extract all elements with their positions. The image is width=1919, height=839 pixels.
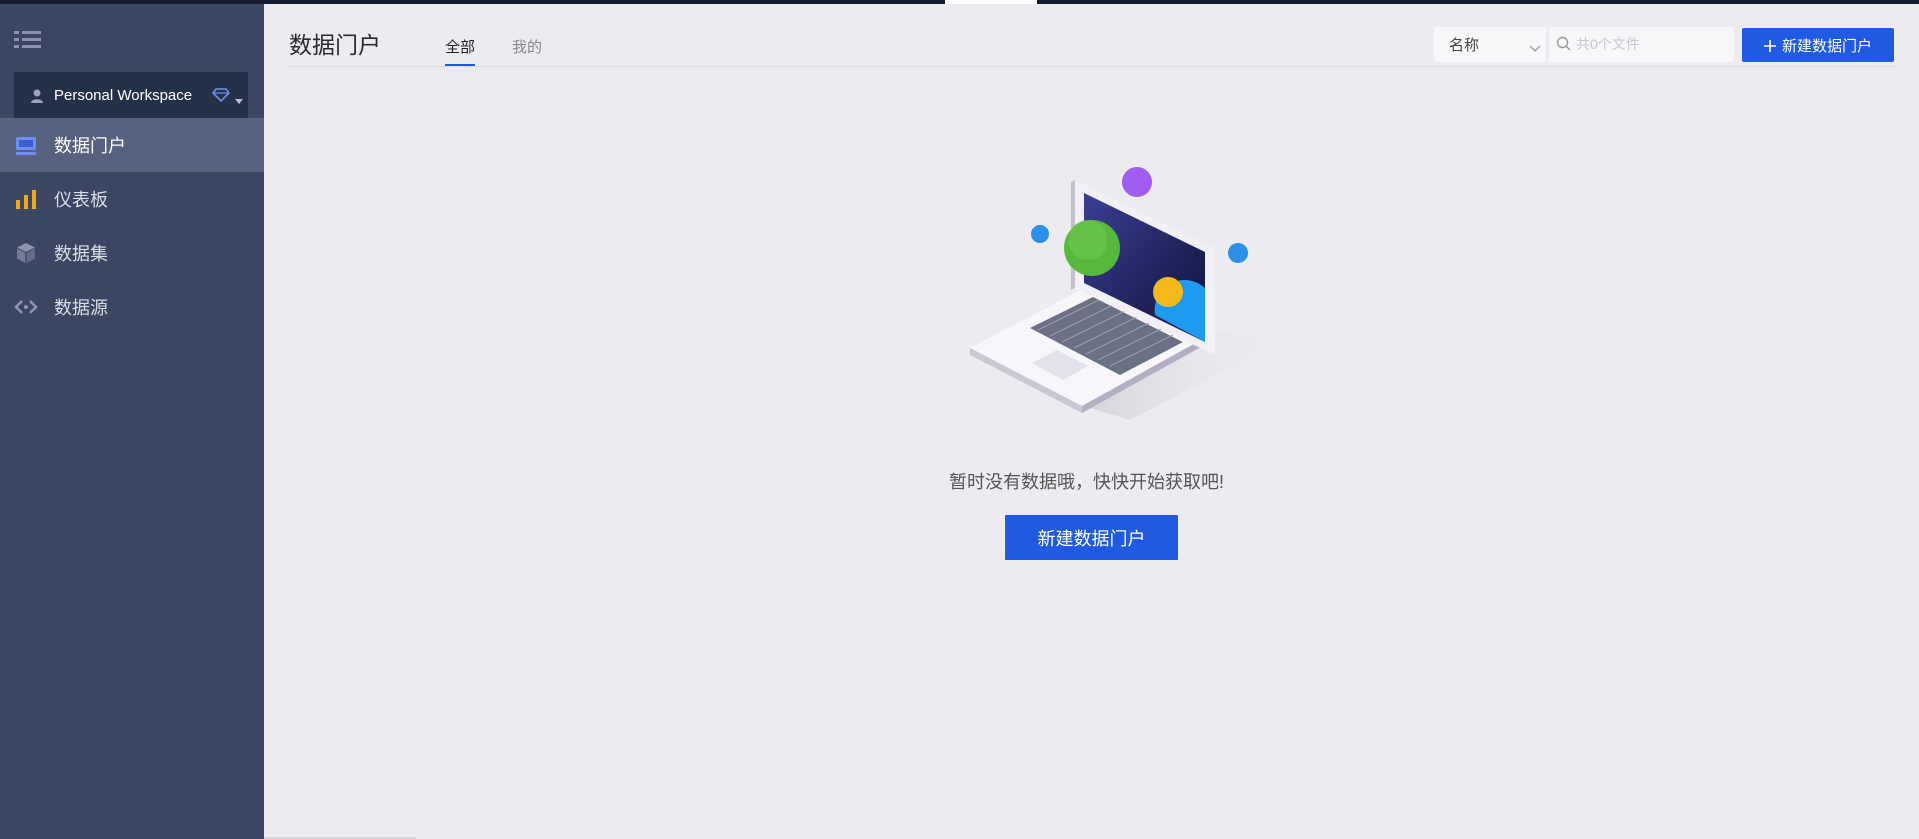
empty-state-illustration bbox=[960, 160, 1300, 430]
sidebar: Personal Workspace 数据门户 仪表板 数据集 数据源 bbox=[0, 4, 264, 839]
top-strip bbox=[0, 0, 1919, 4]
portal-icon bbox=[14, 133, 38, 157]
datasource-icon bbox=[14, 295, 38, 319]
page-title: 数据门户 bbox=[289, 32, 381, 58]
chevron-down-icon bbox=[1529, 40, 1541, 52]
sort-select[interactable]: 名称 bbox=[1434, 27, 1546, 62]
sidebar-item-dataset[interactable]: 数据集 bbox=[0, 226, 264, 280]
cube-icon bbox=[14, 241, 38, 265]
new-portal-button-label: 新建数据门户 bbox=[1781, 37, 1872, 55]
tab-all[interactable]: 全部 bbox=[445, 36, 476, 67]
header-divider bbox=[289, 66, 1895, 67]
workspace-label: Personal Workspace bbox=[54, 87, 193, 104]
search-input[interactable] bbox=[1576, 31, 1726, 57]
plus-icon bbox=[1763, 39, 1776, 52]
user-icon bbox=[29, 88, 45, 104]
new-portal-button[interactable]: 新建数据门户 bbox=[1742, 28, 1894, 62]
sidebar-item-datasource[interactable]: 数据源 bbox=[0, 280, 264, 334]
sidebar-item-data-portal[interactable]: 数据门户 bbox=[0, 118, 264, 172]
sidebar-item-label: 数据源 bbox=[54, 298, 108, 318]
workspace-switcher[interactable]: Personal Workspace bbox=[14, 72, 248, 119]
bar-chart-icon bbox=[14, 187, 38, 211]
sidebar-item-label: 仪表板 bbox=[54, 190, 108, 210]
top-strip-highlight bbox=[945, 0, 1037, 4]
empty-state-new-portal-button[interactable]: 新建数据门户 bbox=[1005, 515, 1178, 560]
sort-select-value: 名称 bbox=[1449, 37, 1480, 54]
caret-down-icon bbox=[234, 92, 244, 104]
search-icon bbox=[1556, 36, 1572, 52]
sidebar-item-label: 数据集 bbox=[54, 244, 108, 264]
empty-state-message: 暂时没有数据哦，快快开始获取吧! bbox=[949, 472, 1224, 492]
sidebar-item-dashboard[interactable]: 仪表板 bbox=[0, 172, 264, 226]
sidebar-item-label: 数据门户 bbox=[54, 136, 126, 156]
diamond-icon bbox=[211, 87, 231, 103]
menu-toggle-icon[interactable] bbox=[13, 28, 43, 52]
search-box bbox=[1549, 27, 1734, 62]
tab-mine[interactable]: 我的 bbox=[512, 36, 542, 67]
